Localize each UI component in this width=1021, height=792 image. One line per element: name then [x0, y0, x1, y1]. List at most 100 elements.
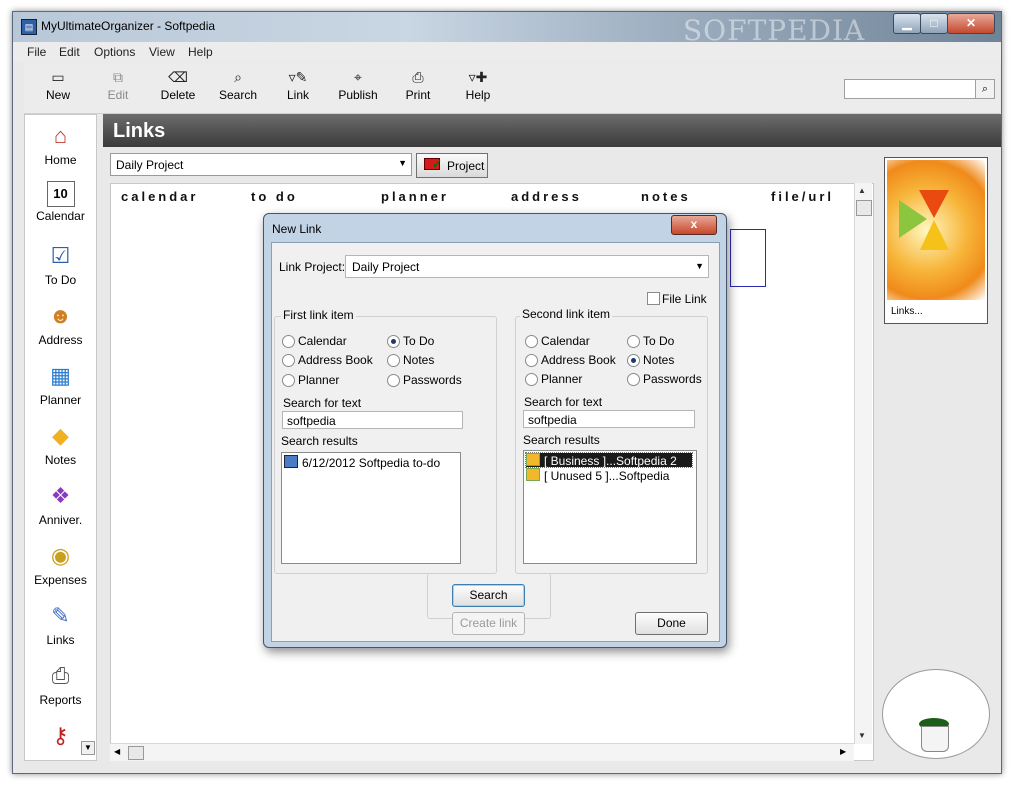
column-file-url[interactable]: file/url: [771, 189, 834, 204]
first-label-passwords: Passwords: [403, 373, 462, 387]
gift-icon: ❖: [50, 483, 71, 508]
menu-edit[interactable]: Edit: [59, 45, 80, 59]
link-icon: ▿✎: [288, 69, 308, 85]
vertical-scroll-thumb[interactable]: [856, 200, 872, 216]
menu-options[interactable]: Options: [94, 45, 135, 59]
maximize-button[interactable]: □: [920, 13, 948, 34]
title-bar[interactable]: ▤ MyUltimateOrganizer - Softpedia SOFTPE…: [13, 12, 1001, 47]
list-item[interactable]: [ Unused 5 ]...Softpedia: [526, 468, 669, 483]
search-button[interactable]: ⌕ Search: [210, 66, 266, 112]
second-radio-passwords[interactable]: [627, 373, 640, 386]
preview-panel: Links...: [884, 157, 988, 324]
file-link-checkbox[interactable]: [647, 292, 660, 305]
menu-bar: File Edit Options View Help: [13, 42, 1001, 62]
sidebar-item-calendar[interactable]: 10 Calendar: [25, 177, 96, 235]
first-radio-calendar[interactable]: [282, 335, 295, 348]
page-header: Links: [103, 114, 1001, 147]
second-search-input[interactable]: softpedia: [523, 410, 695, 428]
search-button[interactable]: Search: [452, 584, 525, 607]
minimize-button[interactable]: ▁: [893, 13, 921, 34]
column-notes[interactable]: notes: [641, 189, 691, 204]
dialog-close-button[interactable]: x: [671, 215, 717, 235]
pot-icon: [921, 726, 949, 752]
scroll-left-icon[interactable]: ◀: [114, 747, 120, 756]
check-icon: ✓: [432, 157, 443, 171]
sidebar-item-notes[interactable]: ◆ Notes: [25, 417, 96, 475]
preview-caption: Links...: [891, 306, 923, 317]
sidebar-item-reports[interactable]: ⎙ Reports: [25, 657, 96, 715]
close-button[interactable]: ✕: [947, 13, 995, 34]
menu-view[interactable]: View: [149, 45, 175, 59]
reports-icon: ⎙: [51, 663, 70, 688]
second-radio-notes[interactable]: [627, 354, 640, 367]
first-results-list[interactable]: 6/12/2012 Softpedia to-do: [281, 452, 461, 564]
link-project-select[interactable]: Daily Project ▼: [345, 255, 709, 278]
second-radio-address-book[interactable]: [525, 354, 538, 367]
sidebar-item-home[interactable]: ⌂ Home: [25, 117, 96, 175]
vertical-scrollbar[interactable]: ▲ ▼: [854, 183, 872, 744]
new-button[interactable]: ▭ New: [30, 66, 86, 112]
menu-file[interactable]: File: [27, 45, 46, 59]
scroll-right-icon[interactable]: ▶: [840, 747, 846, 756]
second-label-todo: To Do: [643, 334, 675, 348]
sidebar-item-links[interactable]: ✎ Links: [25, 597, 96, 655]
list-item[interactable]: [ Business ]...Softpedia 2: [525, 452, 693, 468]
coins-icon: ◉: [50, 543, 71, 568]
first-radio-todo[interactable]: [387, 335, 400, 348]
second-link-title: Second link item: [520, 307, 613, 321]
help-button[interactable]: ▿✚ Help: [450, 66, 506, 112]
sidebar-item-anniversary[interactable]: ❖ Anniver.: [25, 477, 96, 535]
link-project-label: Link Project:: [279, 260, 346, 274]
toolbar: ▭ New ⧉ Edit ⌫ Delete ⌕ Search ▿✎ Link ⌖ Publi…: [24, 63, 1000, 114]
horizontal-scrollbar[interactable]: ◀ ▶: [110, 743, 854, 761]
quick-search-icon[interactable]: ⌕: [975, 79, 995, 99]
second-results-list[interactable]: [ Business ]...Softpedia 2 [ Unused 5 ].…: [523, 450, 697, 564]
second-radio-calendar[interactable]: [525, 335, 538, 348]
first-radio-notes[interactable]: [387, 354, 400, 367]
column-planner[interactable]: planner: [381, 189, 449, 204]
first-label-planner: Planner: [298, 373, 340, 387]
print-button[interactable]: ⎙ Print: [390, 66, 446, 112]
sidebar-item-address[interactable]: ☻ Address: [25, 297, 96, 355]
second-label-calendar: Calendar: [541, 334, 590, 348]
column-todo[interactable]: to do: [251, 189, 298, 204]
first-label-calendar: Calendar: [298, 334, 347, 348]
print-icon: ⎙: [412, 69, 424, 85]
planner-icon: ▦: [50, 363, 71, 388]
horizontal-scroll-thumb[interactable]: [128, 746, 144, 760]
sidebar-item-todo[interactable]: ☑ To Do: [25, 237, 96, 295]
first-radio-passwords[interactable]: [387, 374, 400, 387]
help-icon: ▿✚: [468, 69, 488, 85]
menu-help[interactable]: Help: [188, 45, 213, 59]
project-button[interactable]: ✓ Project: [416, 153, 488, 178]
first-search-input[interactable]: softpedia: [282, 411, 463, 429]
second-radio-todo[interactable]: [627, 335, 640, 348]
create-link-button[interactable]: Create link: [452, 612, 525, 635]
sidebar-item-expenses[interactable]: ◉ Expenses: [25, 537, 96, 595]
scroll-down-icon[interactable]: ▼: [858, 731, 866, 740]
list-item[interactable]: 6/12/2012 Softpedia to-do: [284, 455, 440, 470]
first-radio-planner[interactable]: [282, 374, 295, 387]
column-address[interactable]: address: [511, 189, 582, 204]
first-label-todo: To Do: [403, 334, 435, 348]
edit-button[interactable]: ⧉ Edit: [90, 66, 146, 112]
new-link-dialog: New Link x Link Project: Daily Project ▼…: [263, 213, 727, 648]
dialog-title: New Link: [272, 222, 322, 236]
project-select[interactable]: Daily Project ▼: [110, 153, 412, 176]
column-calendar[interactable]: calendar: [121, 189, 198, 204]
sidebar-dropdown-icon[interactable]: ▼: [81, 741, 95, 755]
quick-search-input[interactable]: [844, 79, 976, 99]
preview-image: [887, 160, 985, 300]
second-radio-planner[interactable]: [525, 373, 538, 386]
delete-button[interactable]: ⌫ Delete: [150, 66, 206, 112]
delete-icon: ⌫: [168, 69, 188, 85]
publish-button[interactable]: ⌖ Publish: [330, 66, 386, 112]
first-label-address-book: Address Book: [298, 353, 373, 367]
done-button[interactable]: Done: [635, 612, 708, 635]
scroll-up-icon[interactable]: ▲: [858, 186, 866, 195]
sidebar: ⌂ Home 10 Calendar ☑ To Do ☻ Address ▦ Planne…: [24, 114, 97, 761]
first-link-title: First link item: [281, 308, 356, 322]
sidebar-item-planner[interactable]: ▦ Planner: [25, 357, 96, 415]
link-button[interactable]: ▿✎ Link: [270, 66, 326, 112]
first-radio-address-book[interactable]: [282, 354, 295, 367]
